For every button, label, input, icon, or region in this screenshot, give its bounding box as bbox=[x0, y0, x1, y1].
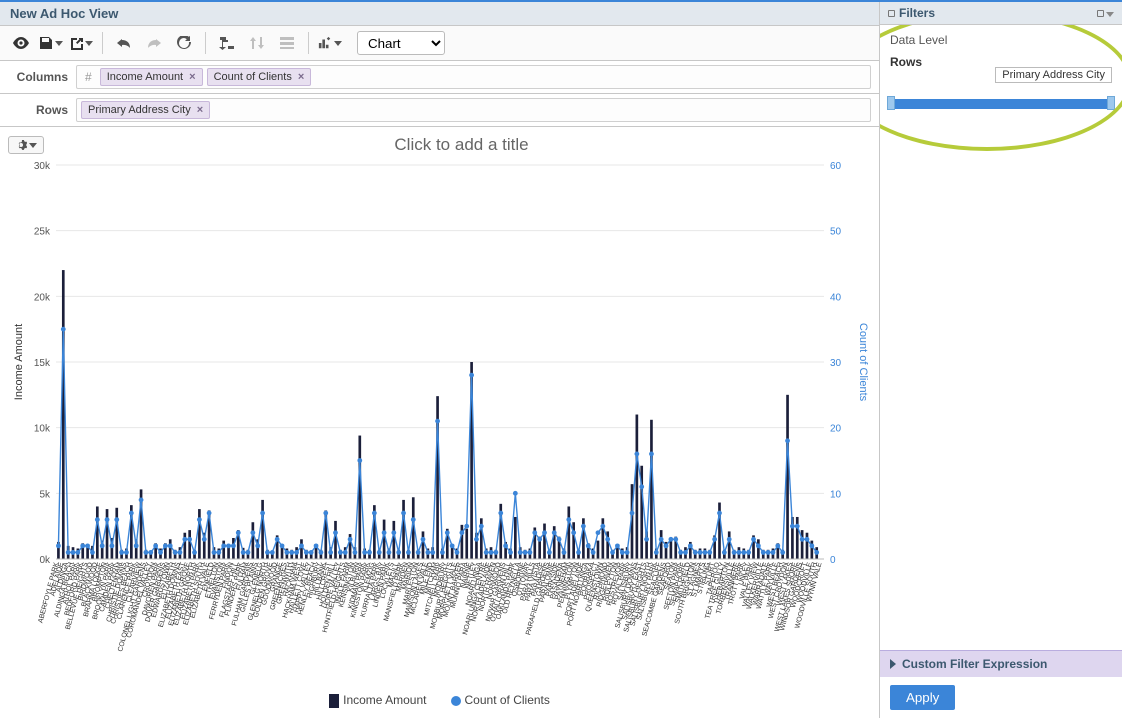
measure-icon: # bbox=[81, 70, 96, 84]
legend: Income Amount Count of Clients bbox=[8, 689, 871, 708]
apply-button[interactable]: Apply bbox=[890, 685, 955, 710]
svg-text:Count of Clients: Count of Clients bbox=[857, 323, 869, 402]
svg-text:60: 60 bbox=[830, 161, 842, 172]
panel-icon bbox=[888, 10, 895, 17]
filter-token-primary-city[interactable]: Primary Address City bbox=[995, 67, 1112, 83]
toolbar: Chart Table Crosstab bbox=[0, 26, 879, 61]
rows-shelf: Rows Primary Address City × bbox=[0, 94, 879, 127]
slider-handle-right[interactable] bbox=[1107, 96, 1115, 110]
chip-income-amount[interactable]: Income Amount × bbox=[100, 68, 203, 86]
chip-remove-icon[interactable]: × bbox=[189, 71, 195, 83]
canvas: Click to add a title 0k 5k 10k 15k 20k 25k 30k… bbox=[0, 127, 879, 718]
columns-shelf: Columns # Income Amount × Count of Clien… bbox=[0, 61, 879, 94]
undo-button[interactable] bbox=[111, 30, 137, 56]
chip-count-clients[interactable]: Count of Clients × bbox=[207, 68, 312, 86]
svg-text:50: 50 bbox=[830, 227, 842, 238]
filters-body: Data Level Rows Primary Address City bbox=[880, 25, 1122, 650]
rows-dropzone[interactable]: Primary Address City × bbox=[76, 98, 871, 122]
svg-text:20: 20 bbox=[830, 424, 842, 435]
chevron-right-icon bbox=[890, 659, 896, 669]
display-mode-select[interactable]: Chart Table Crosstab bbox=[357, 31, 445, 55]
chip-label: Income Amount bbox=[107, 71, 183, 83]
svg-text:0: 0 bbox=[830, 555, 836, 566]
columns-shelf-label: Columns bbox=[8, 70, 68, 84]
chart-title-input[interactable]: Click to add a title bbox=[52, 135, 871, 155]
legend-item-bar: Income Amount bbox=[329, 693, 426, 708]
edit-input-button[interactable] bbox=[274, 30, 300, 56]
data-level-label: Data Level bbox=[890, 33, 1112, 47]
chip-label: Count of Clients bbox=[214, 71, 292, 83]
svg-text:5k: 5k bbox=[39, 489, 51, 500]
svg-text:20k: 20k bbox=[33, 292, 50, 303]
view-title: New Ad Hoc View bbox=[10, 6, 118, 21]
chip-remove-icon[interactable]: × bbox=[298, 71, 304, 83]
pivot-button[interactable] bbox=[214, 30, 240, 56]
columns-dropzone[interactable]: # Income Amount × Count of Clients × bbox=[76, 65, 871, 89]
chart-options-button[interactable] bbox=[317, 30, 343, 56]
preview-button[interactable] bbox=[8, 30, 34, 56]
svg-text:30: 30 bbox=[830, 358, 842, 369]
svg-text:10k: 10k bbox=[33, 424, 50, 435]
custom-filter-expression-toggle[interactable]: Custom Filter Expression bbox=[880, 650, 1122, 677]
chip-primary-city[interactable]: Primary Address City × bbox=[81, 101, 210, 119]
svg-text:15k: 15k bbox=[33, 358, 50, 369]
svg-text:0k: 0k bbox=[39, 555, 51, 566]
redo-button[interactable] bbox=[141, 30, 167, 56]
chart-plot[interactable]: 0k5k10k15k20k25k30k0102030405060ABERFOYL… bbox=[10, 159, 870, 689]
view-title-bar: New Ad Hoc View bbox=[0, 2, 879, 26]
svg-text:10: 10 bbox=[830, 489, 842, 500]
svg-text:30k: 30k bbox=[33, 161, 50, 172]
svg-text:Income Amount: Income Amount bbox=[13, 324, 25, 400]
rows-shelf-label: Rows bbox=[8, 103, 68, 117]
slider-handle-left[interactable] bbox=[887, 96, 895, 110]
sort-button[interactable] bbox=[244, 30, 270, 56]
chip-label: Primary Address City bbox=[88, 104, 191, 116]
reset-button[interactable] bbox=[171, 30, 197, 56]
svg-text:25k: 25k bbox=[33, 227, 50, 238]
gear-icon bbox=[15, 139, 27, 151]
save-button[interactable] bbox=[38, 30, 64, 56]
export-button[interactable] bbox=[68, 30, 94, 56]
svg-text:40: 40 bbox=[830, 292, 842, 303]
chip-remove-icon[interactable]: × bbox=[197, 104, 203, 116]
filters-title: Filters bbox=[899, 6, 935, 20]
rows-slider[interactable] bbox=[890, 99, 1112, 109]
legend-item-line: Count of Clients bbox=[451, 693, 550, 707]
filters-panel-header: Filters bbox=[880, 2, 1122, 25]
canvas-settings-button[interactable] bbox=[8, 136, 44, 154]
panel-menu-button[interactable] bbox=[1097, 6, 1114, 20]
apply-row: Apply bbox=[880, 677, 1122, 718]
